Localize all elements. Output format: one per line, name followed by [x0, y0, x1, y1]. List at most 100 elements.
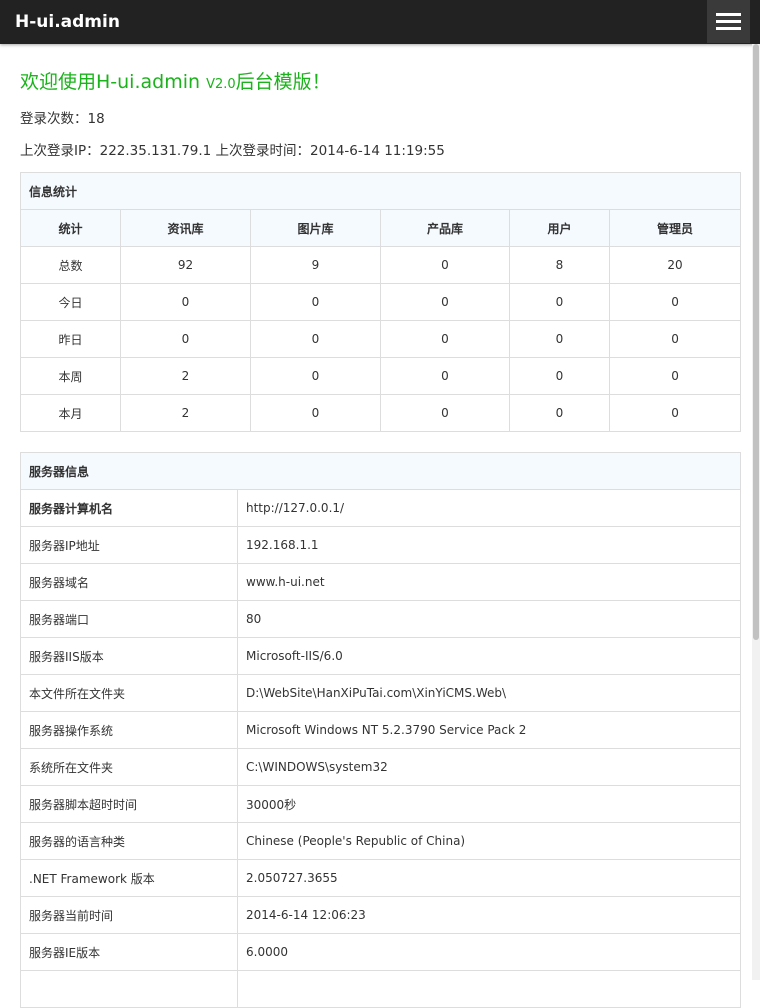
stats-value: 0: [509, 320, 610, 358]
server-info-row: 服务器脚本超时时间 30000秒: [20, 785, 742, 823]
stats-row-label: 总数: [20, 246, 121, 284]
welcome-text: 欢迎使用H-ui.admin: [20, 71, 207, 93]
stats-value: 0: [380, 283, 510, 321]
server-info-name: 本文件所在文件夹: [20, 674, 238, 712]
stats-value: 8: [509, 246, 610, 284]
last-login-info: 上次登录IP：222.35.131.79.1 上次登录时间：2014-6-14 …: [20, 143, 445, 159]
server-info-value: [236, 970, 742, 1008]
server-info-value: 80: [236, 600, 742, 638]
server-info-name: 服务器计算机名: [20, 489, 238, 527]
server-caption: 服务器信息: [19, 452, 742, 490]
brand-logo[interactable]: H-ui.admin: [15, 11, 120, 33]
server-info-row: 服务器计算机名 http://127.0.0.1/: [20, 489, 742, 527]
hamburger-menu-icon[interactable]: [707, 0, 750, 43]
server-info-row: 服务器域名 www.h-ui.net: [20, 563, 742, 601]
stats-row-label: 今日: [20, 283, 121, 321]
menu-bar: [716, 20, 741, 23]
stats-column-header: 产品库: [380, 209, 510, 247]
stats-value: 0: [250, 357, 381, 395]
stats-row: 本周 2 0 0 0 0: [20, 357, 742, 395]
stats-value: 0: [380, 320, 510, 358]
server-info-row: 服务器操作系统 Microsoft Windows NT 5.2.3790 Ser…: [20, 711, 742, 749]
welcome-suffix: 后台模版！: [235, 71, 331, 93]
server-info-name: 服务器当前时间: [20, 896, 238, 934]
stats-column-header: 用户: [509, 209, 610, 247]
stats-row-label: 昨日: [20, 320, 121, 358]
stats-value: 92: [120, 246, 251, 284]
stats-caption: 信息统计: [19, 172, 742, 210]
stats-value: 0: [250, 320, 381, 358]
server-caption-row: 服务器信息: [19, 452, 742, 490]
stats-column-header: 图片库: [250, 209, 381, 247]
stats-row-label: 本月: [20, 394, 121, 432]
server-info-row: 服务器端口 80: [20, 600, 742, 638]
server-info-row: 服务器当前时间 2014-6-14 12:06:23: [20, 896, 742, 934]
server-info-name: 服务器操作系统: [20, 711, 238, 749]
stats-row: 今日 0 0 0 0 0: [20, 283, 742, 321]
server-info-value: 192.168.1.1: [236, 526, 742, 564]
menu-bar: [716, 27, 741, 30]
stats-header-row: 统计 资讯库 图片库 产品库 用户 管理员: [20, 209, 742, 247]
server-info-value: 2014-6-14 12:06:23: [236, 896, 742, 934]
server-info-value: http://127.0.0.1/: [236, 489, 742, 527]
stats-row: 昨日 0 0 0 0 0: [20, 320, 742, 358]
stats-value: 0: [608, 320, 742, 358]
stats-value: 0: [608, 357, 742, 395]
stats-value: 2: [120, 394, 251, 432]
stats-value: 0: [250, 394, 381, 432]
stats-value: 2: [120, 357, 251, 395]
login-count: 登录次数：18: [20, 111, 105, 127]
server-info-row: 服务器IP地址 192.168.1.1: [20, 526, 742, 564]
stats-value: 0: [250, 283, 381, 321]
stats-value: 0: [120, 320, 251, 358]
stats-value: 0: [380, 246, 510, 284]
stats-caption-row: 信息统计: [19, 172, 742, 210]
server-info-row: 本文件所在文件夹 D:\WebSite\HanXiPuTai.com\XinYiC…: [20, 674, 742, 712]
stats-value: 0: [509, 357, 610, 395]
server-info-value: C:\WINDOWS\system32: [236, 748, 742, 786]
welcome-heading: 欢迎使用H-ui.admin V2.0后台模版！: [20, 68, 331, 99]
stats-row-label: 本周: [20, 357, 121, 395]
stats-value: 0: [380, 357, 510, 395]
stats-value: 0: [509, 394, 610, 432]
server-info-table: 服务器信息 服务器计算机名 http://127.0.0.1/服务器IP地址 192.…: [19, 452, 742, 1008]
version-label: V2.0: [206, 77, 236, 92]
server-info-name: [20, 970, 238, 1008]
server-info-name: .NET Framework 版本: [20, 859, 238, 897]
server-info-name: 系统所在文件夹: [20, 748, 238, 786]
server-info-name: 服务器端口: [20, 600, 238, 638]
server-info-name: 服务器的语言种类: [20, 822, 238, 860]
menu-bar: [716, 13, 741, 16]
stats-value: 0: [120, 283, 251, 321]
stats-column-header: 统计: [20, 209, 121, 247]
server-info-value: 6.0000: [236, 933, 742, 971]
top-navbar: H-ui.admin: [0, 0, 760, 44]
stats-value: 0: [380, 394, 510, 432]
server-info-row: 服务器IE版本 6.0000: [20, 933, 742, 971]
server-info-row: 服务器的语言种类 Chinese (People's Republic of Ch…: [20, 822, 742, 860]
server-info-row: 服务器IIS版本 Microsoft-IIS/6.0: [20, 637, 742, 675]
stats-table: 信息统计 统计 资讯库 图片库 产品库 用户 管理员 总数 92 9 0 8 20 今日 0 0 0 0 0 昨日 0 0…: [19, 172, 742, 432]
server-info-name: 服务器IIS版本: [20, 637, 238, 675]
server-info-value: www.h-ui.net: [236, 563, 742, 601]
stats-value: 0: [509, 283, 610, 321]
server-info-row: [20, 970, 742, 1008]
server-info-value: Chinese (People's Republic of China): [236, 822, 742, 860]
server-info-value: Microsoft Windows NT 5.2.3790 Service Pa…: [236, 711, 742, 749]
stats-row: 总数 92 9 0 8 20: [20, 246, 742, 284]
stats-column-header: 资讯库: [120, 209, 251, 247]
server-info-name: 服务器域名: [20, 563, 238, 601]
server-info-name: 服务器IP地址: [20, 526, 238, 564]
scrollbar-thumb[interactable]: [753, 44, 759, 640]
stats-value: 20: [608, 246, 742, 284]
stats-value: 0: [608, 394, 742, 432]
server-info-value: 30000秒: [236, 785, 742, 823]
server-info-value: Microsoft-IIS/6.0: [236, 637, 742, 675]
stats-column-header: 管理员: [608, 209, 742, 247]
server-info-name: 服务器脚本超时时间: [20, 785, 238, 823]
stats-value: 0: [608, 283, 742, 321]
server-info-value: D:\WebSite\HanXiPuTai.com\XinYiCMS.Web\: [236, 674, 742, 712]
server-info-row: 系统所在文件夹 C:\WINDOWS\system32: [20, 748, 742, 786]
server-info-name: 服务器IE版本: [20, 933, 238, 971]
server-info-row: .NET Framework 版本 2.050727.3655: [20, 859, 742, 897]
